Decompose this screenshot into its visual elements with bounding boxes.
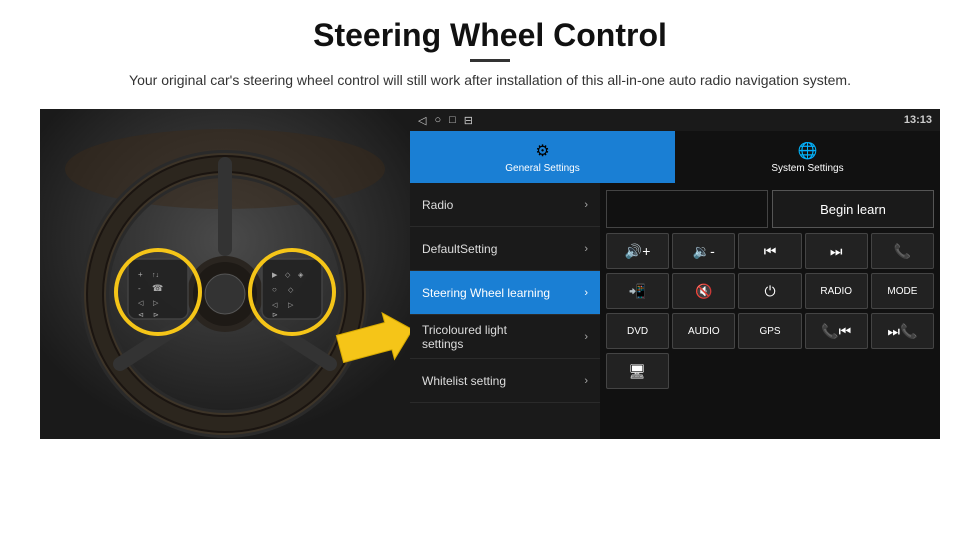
vol-down-button[interactable]: 🔉- [672,233,735,269]
steering-wheel-svg: + ↑↓ - ☎ ◁ ▷ ⊲ ⊳ ▶ ◇ ◈ ○ ◇ ◁ ▷ ⊳ [40,109,410,439]
gear-icon: ⚙ [535,141,549,161]
chevron-icon: › [584,375,588,387]
vol-up-button[interactable]: 🔊+ [606,233,669,269]
menu-item-radio[interactable]: Radio › [410,183,600,227]
android-ui: ◁ ○ □ ⊟ 13:13 ⚙ General Settings 🌐 Syste… [410,109,940,439]
menu-whitelist-label: Whitelist setting [422,374,506,388]
menu-item-tricoloured[interactable]: Tricoloured lightsettings › [410,315,600,359]
globe-icon: 🌐 [798,141,818,161]
left-menu: Radio › DefaultSetting › Steering Wheel … [410,183,600,439]
menu-tricoloured-label: Tricoloured lightsettings [422,323,507,351]
svg-text:◇: ◇ [285,272,291,279]
menu-steering-label: Steering Wheel learning [422,286,550,300]
svg-text:⊲: ⊲ [138,312,144,319]
prev-track-button[interactable]: ⏮ [738,233,801,269]
top-row: Begin learn [606,189,934,229]
power-button[interactable]: ⏻ [738,273,801,309]
control-row-2: 📲 🔇 ⏻ RADIO MODE [606,273,934,309]
svg-text:+: + [138,270,143,279]
begin-learn-button[interactable]: Begin learn [772,190,934,228]
svg-text:○: ○ [272,285,277,294]
control-row-3: DVD AUDIO GPS 📞⏮ ⏭📞 [606,313,934,349]
screen-button[interactable]: 🖥 [606,353,669,389]
svg-text:◇: ◇ [288,287,294,294]
right-panel: Begin learn 🔊+ 🔉- ⏮ ⏭ 📞 📲 🔇 ⏻ [600,183,940,439]
next-track-button[interactable]: ⏭ [805,233,868,269]
status-bar: ◁ ○ □ ⊟ 13:13 [410,109,940,131]
page-title: Steering Wheel Control [129,18,851,53]
tab-bar: ⚙ General Settings 🌐 System Settings [410,131,940,183]
svg-text:◈: ◈ [298,272,304,279]
home-icon[interactable]: ○ [434,114,441,126]
phone-next-button[interactable]: ⏭📞 [871,313,934,349]
menu-item-steering-wheel[interactable]: Steering Wheel learning › [410,271,600,315]
svg-text:◁: ◁ [272,302,278,309]
chevron-icon: › [584,243,588,255]
control-row-4: 🖥 [606,353,934,389]
svg-text:⊳: ⊳ [272,312,278,319]
mode-button[interactable]: MODE [871,273,934,309]
phone-answer-button[interactable]: 📞 [871,233,934,269]
svg-text:◁: ◁ [138,300,144,307]
tab-general-settings[interactable]: ⚙ General Settings [410,131,675,183]
gps-button[interactable]: GPS [738,313,801,349]
phone-hang-button[interactable]: 📲 [606,273,669,309]
menu-icon[interactable]: ⊟ [464,114,473,127]
status-nav-icons: ◁ ○ □ ⊟ [418,114,473,127]
clock: 13:13 [904,114,932,126]
chevron-icon: › [584,331,588,343]
radio-button[interactable]: RADIO [805,273,868,309]
svg-text:↑↓: ↑↓ [152,272,159,279]
content-area: + ↑↓ - ☎ ◁ ▷ ⊲ ⊳ ▶ ◇ ◈ ○ ◇ ◁ ▷ ⊳ [40,109,940,439]
chevron-icon: › [584,287,588,299]
menu-default-label: DefaultSetting [422,242,497,256]
chevron-icon: › [584,199,588,211]
empty-input-box [606,190,768,228]
menu-radio-label: Radio [422,198,453,212]
svg-text:☎: ☎ [152,283,163,293]
back-icon[interactable]: ◁ [418,114,426,127]
audio-button[interactable]: AUDIO [672,313,735,349]
tab-system-settings[interactable]: 🌐 System Settings [675,131,940,183]
main-content: Radio › DefaultSetting › Steering Wheel … [410,183,940,439]
menu-item-whitelist[interactable]: Whitelist setting › [410,359,600,403]
svg-text:▷: ▷ [153,300,159,307]
svg-text:▶: ▶ [272,272,278,279]
mute-button[interactable]: 🔇 [672,273,735,309]
control-row-1: 🔊+ 🔉- ⏮ ⏭ 📞 [606,233,934,269]
recent-icon[interactable]: □ [449,114,456,126]
dvd-button[interactable]: DVD [606,313,669,349]
menu-item-default-setting[interactable]: DefaultSetting › [410,227,600,271]
title-section: Steering Wheel Control Your original car… [129,18,851,91]
tab-system-label: System Settings [771,163,843,174]
title-divider [470,59,510,62]
subtitle: Your original car's steering wheel contr… [129,70,851,91]
phone-prev-button[interactable]: 📞⏮ [805,313,868,349]
svg-text:⊳: ⊳ [153,312,159,319]
svg-text:▷: ▷ [288,302,294,309]
svg-text:-: - [138,284,141,293]
steering-wheel-image: + ↑↓ - ☎ ◁ ▷ ⊲ ⊳ ▶ ◇ ◈ ○ ◇ ◁ ▷ ⊳ [40,109,410,439]
tab-general-label: General Settings [505,163,580,174]
